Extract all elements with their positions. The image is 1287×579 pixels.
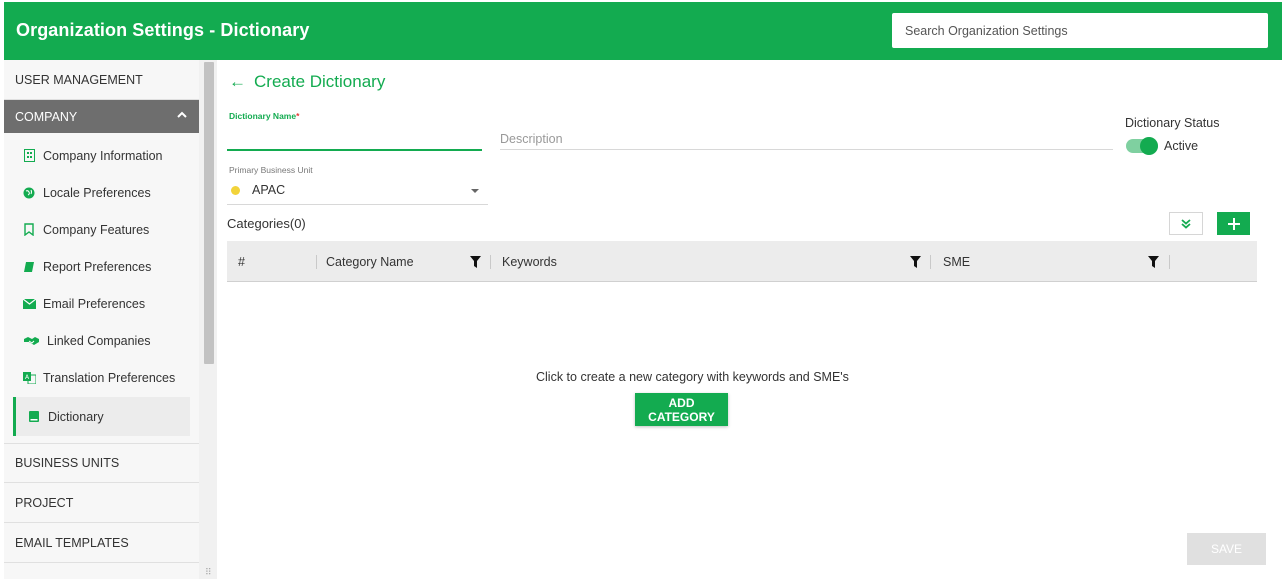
search-input[interactable] (892, 13, 1268, 48)
sidebar-item-email-preferences[interactable]: Email Preferences (13, 285, 190, 322)
sidebar-item-company-features[interactable]: Company Features (13, 211, 190, 248)
sidebar-item-label: COMPANY (15, 109, 78, 124)
sidebar-item-label: EMAIL TEMPLATES (15, 535, 129, 550)
chevron-up-icon[interactable] (177, 110, 187, 120)
status-toggle[interactable] (1126, 137, 1158, 155)
sidebar-item-label: USER MANAGEMENT (15, 72, 143, 87)
column-divider (1169, 255, 1170, 269)
globe-icon (22, 186, 36, 200)
column-divider (930, 255, 931, 269)
scrollbar-thumb[interactable] (204, 62, 214, 364)
building-icon (22, 149, 36, 163)
required-mark: * (296, 111, 300, 121)
empty-state-message: Click to create a new category with keyw… (536, 370, 849, 384)
dictionary-name-field[interactable] (227, 124, 482, 148)
filter-icon[interactable] (910, 256, 921, 268)
sidebar-item-company-information[interactable]: Company Information (13, 137, 190, 174)
translate-icon: A (22, 371, 36, 385)
sidebar-item-linked-companies[interactable]: Linked Companies (13, 322, 190, 359)
sidebar-item-label: Dictionary (48, 409, 104, 424)
selected-business-unit: APAC (252, 183, 286, 197)
sidebar-item-translation-preferences[interactable]: A Translation Preferences (13, 359, 190, 396)
column-divider (490, 255, 491, 269)
app-header: Organization Settings - Dictionary (4, 2, 1282, 60)
sidebar-item-label: Email Preferences (43, 296, 146, 311)
sidebar-item-report-preferences[interactable]: Report Preferences (13, 248, 190, 285)
description-field[interactable] (500, 128, 1113, 150)
sidebar-item-user-management[interactable]: USER MANAGEMENT (4, 60, 199, 100)
column-header-index[interactable]: # (238, 241, 245, 282)
status-value: Active (1164, 139, 1199, 153)
form-title: Create Dictionary (254, 72, 386, 91)
back-link[interactable]: ← Create Dictionary (229, 72, 385, 92)
sidebar-item-label: Linked Companies (47, 333, 151, 348)
envelope-icon (22, 297, 36, 311)
back-arrow-icon[interactable]: ← (229, 72, 246, 92)
filter-icon[interactable] (1148, 256, 1159, 268)
categories-table-header: # Category Name Keywords SME (227, 241, 1257, 282)
resize-grip-icon[interactable]: ⠿ (205, 567, 212, 578)
column-divider (316, 255, 317, 269)
sidebar-item-label: BUSINESS UNITS (15, 456, 120, 470)
sidebar-item-label: PROJECT (15, 495, 74, 510)
sidebar-item-dictionary[interactable]: Dictionary (13, 397, 190, 436)
primary-business-unit-select[interactable]: APAC (227, 178, 488, 205)
categories-title: Categories(0) (227, 216, 306, 231)
sidebar-item-email-templates[interactable]: EMAIL TEMPLATES (4, 523, 199, 563)
sidebar-item-label: Company Information (43, 148, 163, 163)
bookmark-icon (22, 223, 36, 237)
handshake-icon (22, 334, 40, 348)
add-category-icon-button[interactable] (1217, 212, 1250, 235)
dictionary-icon (27, 410, 41, 424)
sidebar-item-business-units[interactable]: BUSINESS UNITS (4, 443, 199, 483)
dictionary-name-label: Dictionary Name* (229, 111, 299, 121)
sidebar-item-locale-preferences[interactable]: Locale Preferences (13, 174, 190, 211)
sidebar-item-label: Report Preferences (43, 259, 152, 274)
sidebar-item-project[interactable]: PROJECT (4, 483, 199, 523)
double-chevron-down-icon (1181, 218, 1191, 229)
add-category-button[interactable]: ADD CATEGORY (635, 393, 728, 426)
plus-icon (1227, 217, 1240, 230)
sidebar-item-label: Translation Preferences (43, 370, 176, 385)
sidebar: USER MANAGEMENT COMPANY Company Informat… (4, 60, 199, 579)
toggle-knob[interactable] (1140, 137, 1158, 155)
dictionary-name-underline (227, 149, 482, 151)
primary-business-unit-label: Primary Business Unit (229, 165, 313, 175)
dictionary-status-label: Dictionary Status (1125, 116, 1220, 130)
column-header-sme[interactable]: SME (943, 241, 970, 282)
filter-icon[interactable] (470, 256, 481, 268)
sidebar-item-label: Locale Preferences (43, 185, 151, 200)
column-header-category-name[interactable]: Category Name (326, 241, 414, 282)
label-text: Dictionary Name (229, 111, 297, 121)
page-title: Organization Settings - Dictionary (16, 20, 310, 40)
caret-down-icon[interactable] (471, 189, 479, 193)
book-icon (22, 260, 36, 274)
business-unit-color-dot (231, 186, 240, 195)
sidebar-item-label: Company Features (43, 222, 150, 237)
column-header-keywords[interactable]: Keywords (502, 241, 557, 282)
save-button[interactable]: SAVE (1187, 533, 1266, 565)
expand-all-button[interactable] (1169, 212, 1203, 235)
sidebar-item-company[interactable]: COMPANY (4, 100, 199, 133)
